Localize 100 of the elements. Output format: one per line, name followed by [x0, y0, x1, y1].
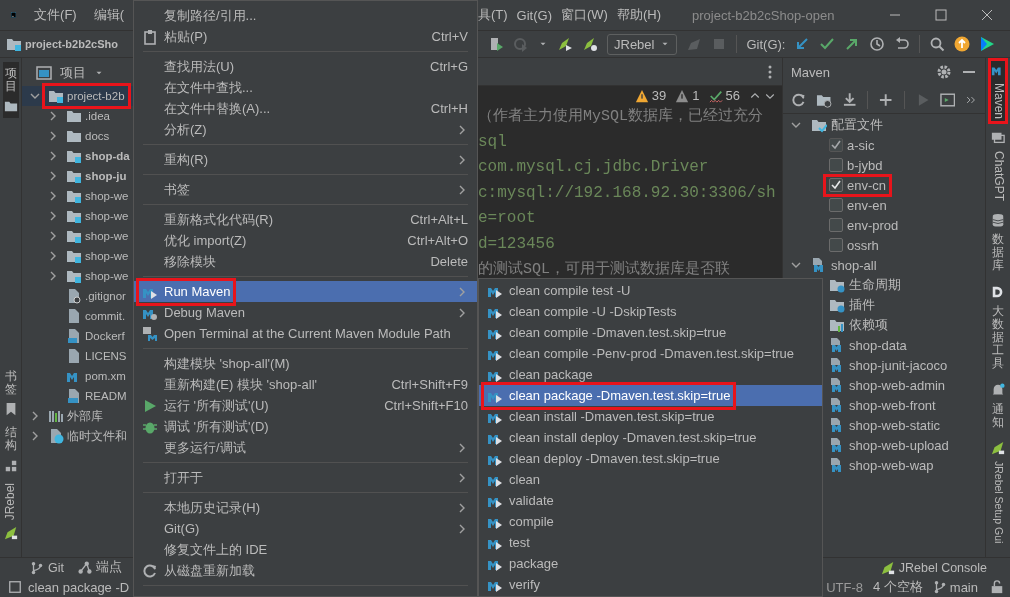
tool-window-tab[interactable]: ChatGPT: [990, 128, 1006, 205]
menu-item[interactable]: 在文件中替换(A)... Ctrl+H: [134, 98, 477, 119]
tool-window-tab[interactable]: 书签: [2, 364, 19, 422]
add-icon[interactable]: [878, 91, 894, 108]
tool-window-tab[interactable]: JRebel: [2, 477, 19, 545]
tree-item[interactable]: LICENS: [22, 346, 133, 366]
tool-window-tab[interactable]: 大数据工具: [990, 281, 1006, 374]
tool-window-tab[interactable]: 数据库: [990, 210, 1006, 276]
menu-item[interactable]: 重新构建(E) 模块 'shop-all' Ctrl+Shift+F9: [134, 374, 477, 395]
menu-bar-item[interactable]: Git(G): [516, 7, 552, 23]
download-icon[interactable]: [841, 91, 858, 108]
run-with-coverage-icon[interactable]: [488, 36, 504, 52]
tree-item[interactable]: READM: [22, 386, 133, 406]
tree-item[interactable]: project-b2b: [22, 86, 133, 106]
tool-window-tab[interactable]: JRebel Setup Gui: [990, 437, 1006, 547]
tree-item[interactable]: shop-we: [22, 246, 133, 266]
checkbox[interactable]: [829, 218, 843, 232]
update-icon[interactable]: [954, 36, 971, 52]
tree-item[interactable]: env-cn: [783, 175, 985, 195]
menu-item[interactable]: Git(G): [134, 518, 477, 539]
tree-item[interactable]: b-jybd: [783, 155, 985, 175]
tree-item[interactable]: 临时文件和: [22, 426, 133, 446]
menu-item[interactable]: Debug Maven: [134, 302, 477, 323]
settings-icon[interactable]: [936, 64, 952, 80]
panel-toggle-icon[interactable]: [8, 580, 22, 594]
run-config-dropdown[interactable]: JRebel: [607, 33, 678, 55]
tree-item[interactable]: 外部库: [22, 406, 133, 426]
tool-window-button[interactable]: Git: [30, 560, 64, 575]
tree-item[interactable]: pom.xm: [22, 366, 133, 386]
menu-bar-item[interactable]: 具(T): [478, 6, 508, 24]
menu-item[interactable]: 复制路径/引用...: [134, 5, 477, 26]
checkbox[interactable]: [829, 178, 843, 192]
tree-item[interactable]: env-prod: [783, 215, 985, 235]
tree-item[interactable]: shop-all: [783, 255, 985, 275]
menu-item[interactable]: 运行 '所有测试'(U) Ctrl+Shift+F10: [134, 395, 477, 416]
toolbox-logo-icon[interactable]: [979, 36, 996, 52]
warning-count: 39: [651, 88, 667, 103]
menu-item[interactable]: compile: [479, 511, 822, 532]
tree-item[interactable]: shop-we: [22, 226, 133, 246]
tool-window-button[interactable]: JRebel Console: [880, 560, 987, 575]
menu-bar-item[interactable]: 编辑(: [93, 6, 124, 24]
tree-item[interactable]: commit.: [22, 306, 133, 326]
tool-window-button[interactable]: 端点: [78, 559, 122, 576]
menu-item[interactable]: 重新格式化代码(R) Ctrl+Alt+L: [134, 209, 477, 230]
tree-item[interactable]: 配置文件: [783, 115, 985, 135]
tree-item[interactable]: shop-ju: [22, 166, 133, 186]
folder-icon: [66, 108, 82, 124]
tree-item[interactable]: env-en: [783, 195, 985, 215]
menu-item[interactable]: 本地历史记录(H): [134, 497, 477, 518]
menu-item[interactable]: 修复文件上的 IDE: [134, 539, 477, 560]
tool-window-tab[interactable]: Maven: [990, 60, 1006, 123]
menu-item[interactable]: verify: [479, 574, 822, 595]
checkbox[interactable]: [829, 198, 843, 212]
menu-bar-item[interactable]: 窗口(W): [561, 6, 608, 24]
reload-icon[interactable]: [791, 91, 807, 108]
tree-item[interactable]: shop-da: [22, 146, 133, 166]
tool-window-tab[interactable]: 项目: [2, 62, 19, 119]
checkbox[interactable]: [829, 238, 843, 252]
tree-item[interactable]: .idea: [22, 106, 133, 126]
menu-bar-item[interactable]: 文件(F): [34, 6, 77, 24]
menu-item[interactable]: 调试 '所有测试'(D): [134, 416, 477, 437]
menu-item[interactable]: 分析(Z): [134, 119, 477, 140]
menu-item[interactable]: 移除模块 Delete: [134, 251, 477, 272]
menu-bar-item[interactable]: 帮助(H): [616, 6, 661, 24]
menu-item[interactable]: 打开于: [134, 467, 477, 488]
menu-item[interactable]: 书签: [134, 179, 477, 200]
tree-item[interactable]: shop-we: [22, 206, 133, 226]
menu-item[interactable]: 从磁盘重新加载: [134, 560, 477, 581]
update-arrow-icon[interactable]: [794, 36, 811, 52]
tree-item[interactable]: ossrh: [783, 235, 985, 255]
tree-item[interactable]: shop-we: [22, 266, 133, 286]
lock-icon[interactable]: [990, 580, 1004, 594]
check-icon[interactable]: [819, 36, 836, 52]
tool-window-tab[interactable]: 结构: [2, 421, 19, 478]
search-icon[interactable]: [929, 36, 946, 52]
menu-item[interactable]: 粘贴(P) Ctrl+V: [134, 26, 477, 47]
tree-item[interactable]: .gitignor: [22, 286, 133, 306]
menu-item[interactable]: 在文件中查找...: [134, 77, 477, 98]
tree-item[interactable]: Dockerf: [22, 326, 133, 346]
tool-window-tab[interactable]: 通知: [990, 379, 1006, 432]
tree-item[interactable]: docs: [22, 126, 133, 146]
console-icon[interactable]: [940, 91, 956, 108]
indent-indicator[interactable]: 4 个空格: [872, 578, 923, 596]
menu-item[interactable]: clean compile -Penv-prod -Dmaven.test.skip=true: [479, 343, 822, 364]
tree-item[interactable]: shop-we: [22, 186, 133, 206]
menu-item[interactable]: 优化 import(Z) Ctrl+Alt+O: [134, 230, 477, 251]
menu-item[interactable]: 更多运行/调试: [134, 437, 477, 458]
checkbox[interactable]: [829, 158, 843, 172]
rollback-icon[interactable]: [894, 36, 911, 52]
encoding-indicator[interactable]: UTF-8: [826, 579, 863, 595]
menu-item[interactable]: validate: [479, 490, 822, 511]
project-breadcrumb[interactable]: project-b2b2cSho: [6, 36, 118, 52]
menu-item[interactable]: package: [479, 553, 822, 574]
menu-item[interactable]: test: [479, 532, 822, 553]
menu-item[interactable]: 构建模块 'shop-all'(M): [134, 353, 477, 374]
view-selector[interactable]: 项目: [36, 64, 104, 82]
history-icon[interactable]: [869, 36, 886, 52]
menu-item[interactable]: Open Terminal at the Current Maven Module Path: [134, 323, 477, 344]
menu-item[interactable]: 重构(R): [134, 149, 477, 170]
branch-widget[interactable]: main: [932, 579, 978, 595]
